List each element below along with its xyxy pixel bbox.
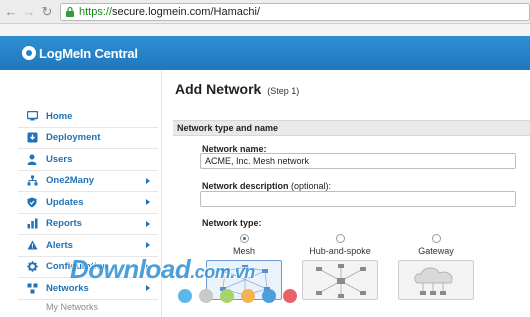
network-type-label: Network type: [202, 218, 262, 228]
watermark-dot [199, 289, 213, 303]
sidebar-item-reports[interactable]: Reports [18, 214, 158, 235]
lock-icon [65, 6, 75, 17]
watermark-dot [283, 289, 297, 303]
sidebar-item-users[interactable]: Users [18, 149, 158, 171]
network-name-input[interactable] [200, 153, 516, 169]
chevron-right-icon [146, 199, 150, 205]
sidebar-item-label: Deployment [46, 132, 101, 144]
warning-icon [26, 239, 38, 251]
sidebar-item-deployment[interactable]: Deployment [18, 128, 158, 149]
watermark-text: Download [70, 254, 191, 284]
description-label-text: Network description [202, 181, 289, 191]
page-title-text: Add Network [175, 81, 262, 97]
sidebar-item-label: Updates [46, 196, 84, 208]
gear-icon [26, 261, 38, 273]
browser-toolbar: ← → ↻ https://secure.logmein.com/Hamachi… [0, 0, 530, 24]
network-description-input[interactable] [200, 191, 516, 207]
type-option-gateway[interactable]: Gateway [397, 234, 475, 300]
gateway-diagram[interactable] [398, 260, 474, 300]
url-text: https://secure.logmein.com/Hamachi/ [79, 6, 260, 18]
bar-chart-icon [26, 218, 38, 230]
hub-and-spoke-diagram[interactable] [302, 260, 378, 300]
network-description-label: Network description (optional): [202, 181, 331, 191]
type-option-hub-and-spoke[interactable]: Hub-and-spoke [301, 234, 379, 300]
forward-icon[interactable]: → [22, 4, 36, 20]
type-option-label: Hub-and-spoke [309, 246, 371, 256]
sidebar-item-label: Reports [46, 218, 82, 230]
back-icon[interactable]: ← [4, 4, 18, 20]
watermark-domain: .com.vn [190, 262, 255, 282]
watermark-dot [241, 289, 255, 303]
sidebar-subitem-my-networks[interactable]: My Networks [18, 300, 158, 314]
address-bar[interactable]: https://secure.logmein.com/Hamachi/ [60, 2, 530, 21]
gateway-topology-icon [414, 267, 453, 295]
url-scheme: https:// [79, 5, 113, 18]
network-icon [26, 282, 38, 294]
sidebar-item-home[interactable]: Home [18, 106, 158, 128]
page-title: Add Network (Step 1) [175, 81, 299, 97]
deployment-icon [26, 132, 38, 144]
chevron-right-icon [146, 220, 150, 227]
description-optional-text: (optional): [291, 181, 332, 191]
gateway-radio[interactable] [431, 234, 441, 243]
shield-icon [26, 196, 38, 208]
url-path: secure.logmein.com/Hamachi/ [112, 5, 260, 18]
app-header: LogMeIn Central [0, 36, 530, 70]
page: ← → ↻ https://secure.logmein.com/Hamachi… [0, 0, 530, 317]
chevron-right-icon [146, 285, 150, 291]
sidebar-item-updates[interactable]: Updates [18, 192, 158, 214]
step-indicator: (Step 1) [267, 86, 300, 96]
type-option-label: Gateway [418, 246, 454, 256]
watermark-dot [262, 289, 276, 303]
toolbar-gap [0, 24, 530, 36]
section-title: Network type and name [177, 123, 279, 133]
sidebar-item-label: Alerts [46, 239, 73, 251]
brand-title[interactable]: LogMeIn Central [39, 46, 138, 61]
watermark-dots [178, 289, 304, 303]
mesh-radio[interactable] [239, 234, 249, 243]
watermark-dot [178, 289, 192, 303]
sidebar-item-label: Home [46, 110, 73, 122]
sidebar-item-one2many[interactable]: One2Many [18, 171, 158, 192]
reload-icon[interactable]: ↻ [40, 4, 54, 20]
watermark-logo: Download.com.vn [70, 254, 255, 285]
chevron-right-icon [146, 242, 150, 248]
hub-and-spoke-radio[interactable] [335, 234, 345, 243]
logmein-logo-icon [22, 46, 36, 60]
watermark-dot [220, 289, 234, 303]
section-header: Network type and name [173, 120, 530, 136]
sidebar-item-label: Users [46, 153, 73, 165]
sidebar-item-label: One2Many [46, 175, 95, 187]
hub-spoke-topology-icon [316, 264, 366, 298]
chevron-right-icon [146, 177, 150, 184]
user-icon [26, 153, 38, 165]
monitor-icon [26, 110, 38, 122]
hierarchy-icon [26, 175, 38, 187]
sidebar-subitem-label: My Networks [46, 301, 99, 312]
